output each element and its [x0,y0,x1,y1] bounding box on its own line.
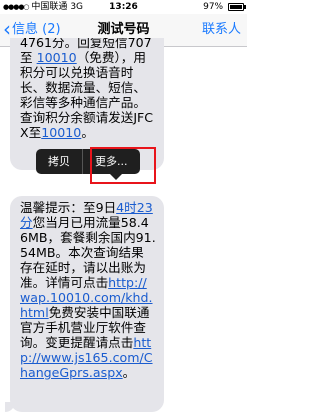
bubble-tail [5,402,15,412]
battery-area: 97% [203,0,246,14]
message-text-segment: 。 [81,125,94,140]
battery-icon [228,2,246,11]
highlight-box [90,147,156,184]
message-text-segment: 温馨提示：至9日 [20,200,117,215]
message-text: 温馨提示：至9日4时23分您当月已用流量58.46MB，套餐剩余国内91.54M… [20,200,156,380]
contact-button[interactable]: 联系人 [202,14,241,46]
message-text: 4761分。回复短信707至 10010（免费），用积分可以兑换语音时长、数据流… [20,38,156,140]
message-text-segment: 。 [122,365,136,380]
back-button-label: 信息 (2) [12,22,61,37]
phone-link[interactable]: 10010 [37,50,77,65]
battery-percent: 97% [203,2,224,12]
copy-menu-item[interactable]: 拷贝 [36,149,82,174]
battery-fill [230,4,242,9]
status-bar: ●●●●○ 中国联通 3G 13:26 97% [0,0,247,14]
phone-link[interactable]: 10010 [41,125,81,140]
message-bubble[interactable]: 温馨提示：至9日4时23分您当月已用流量58.46MB，套餐剩余国内91.54M… [10,196,164,412]
